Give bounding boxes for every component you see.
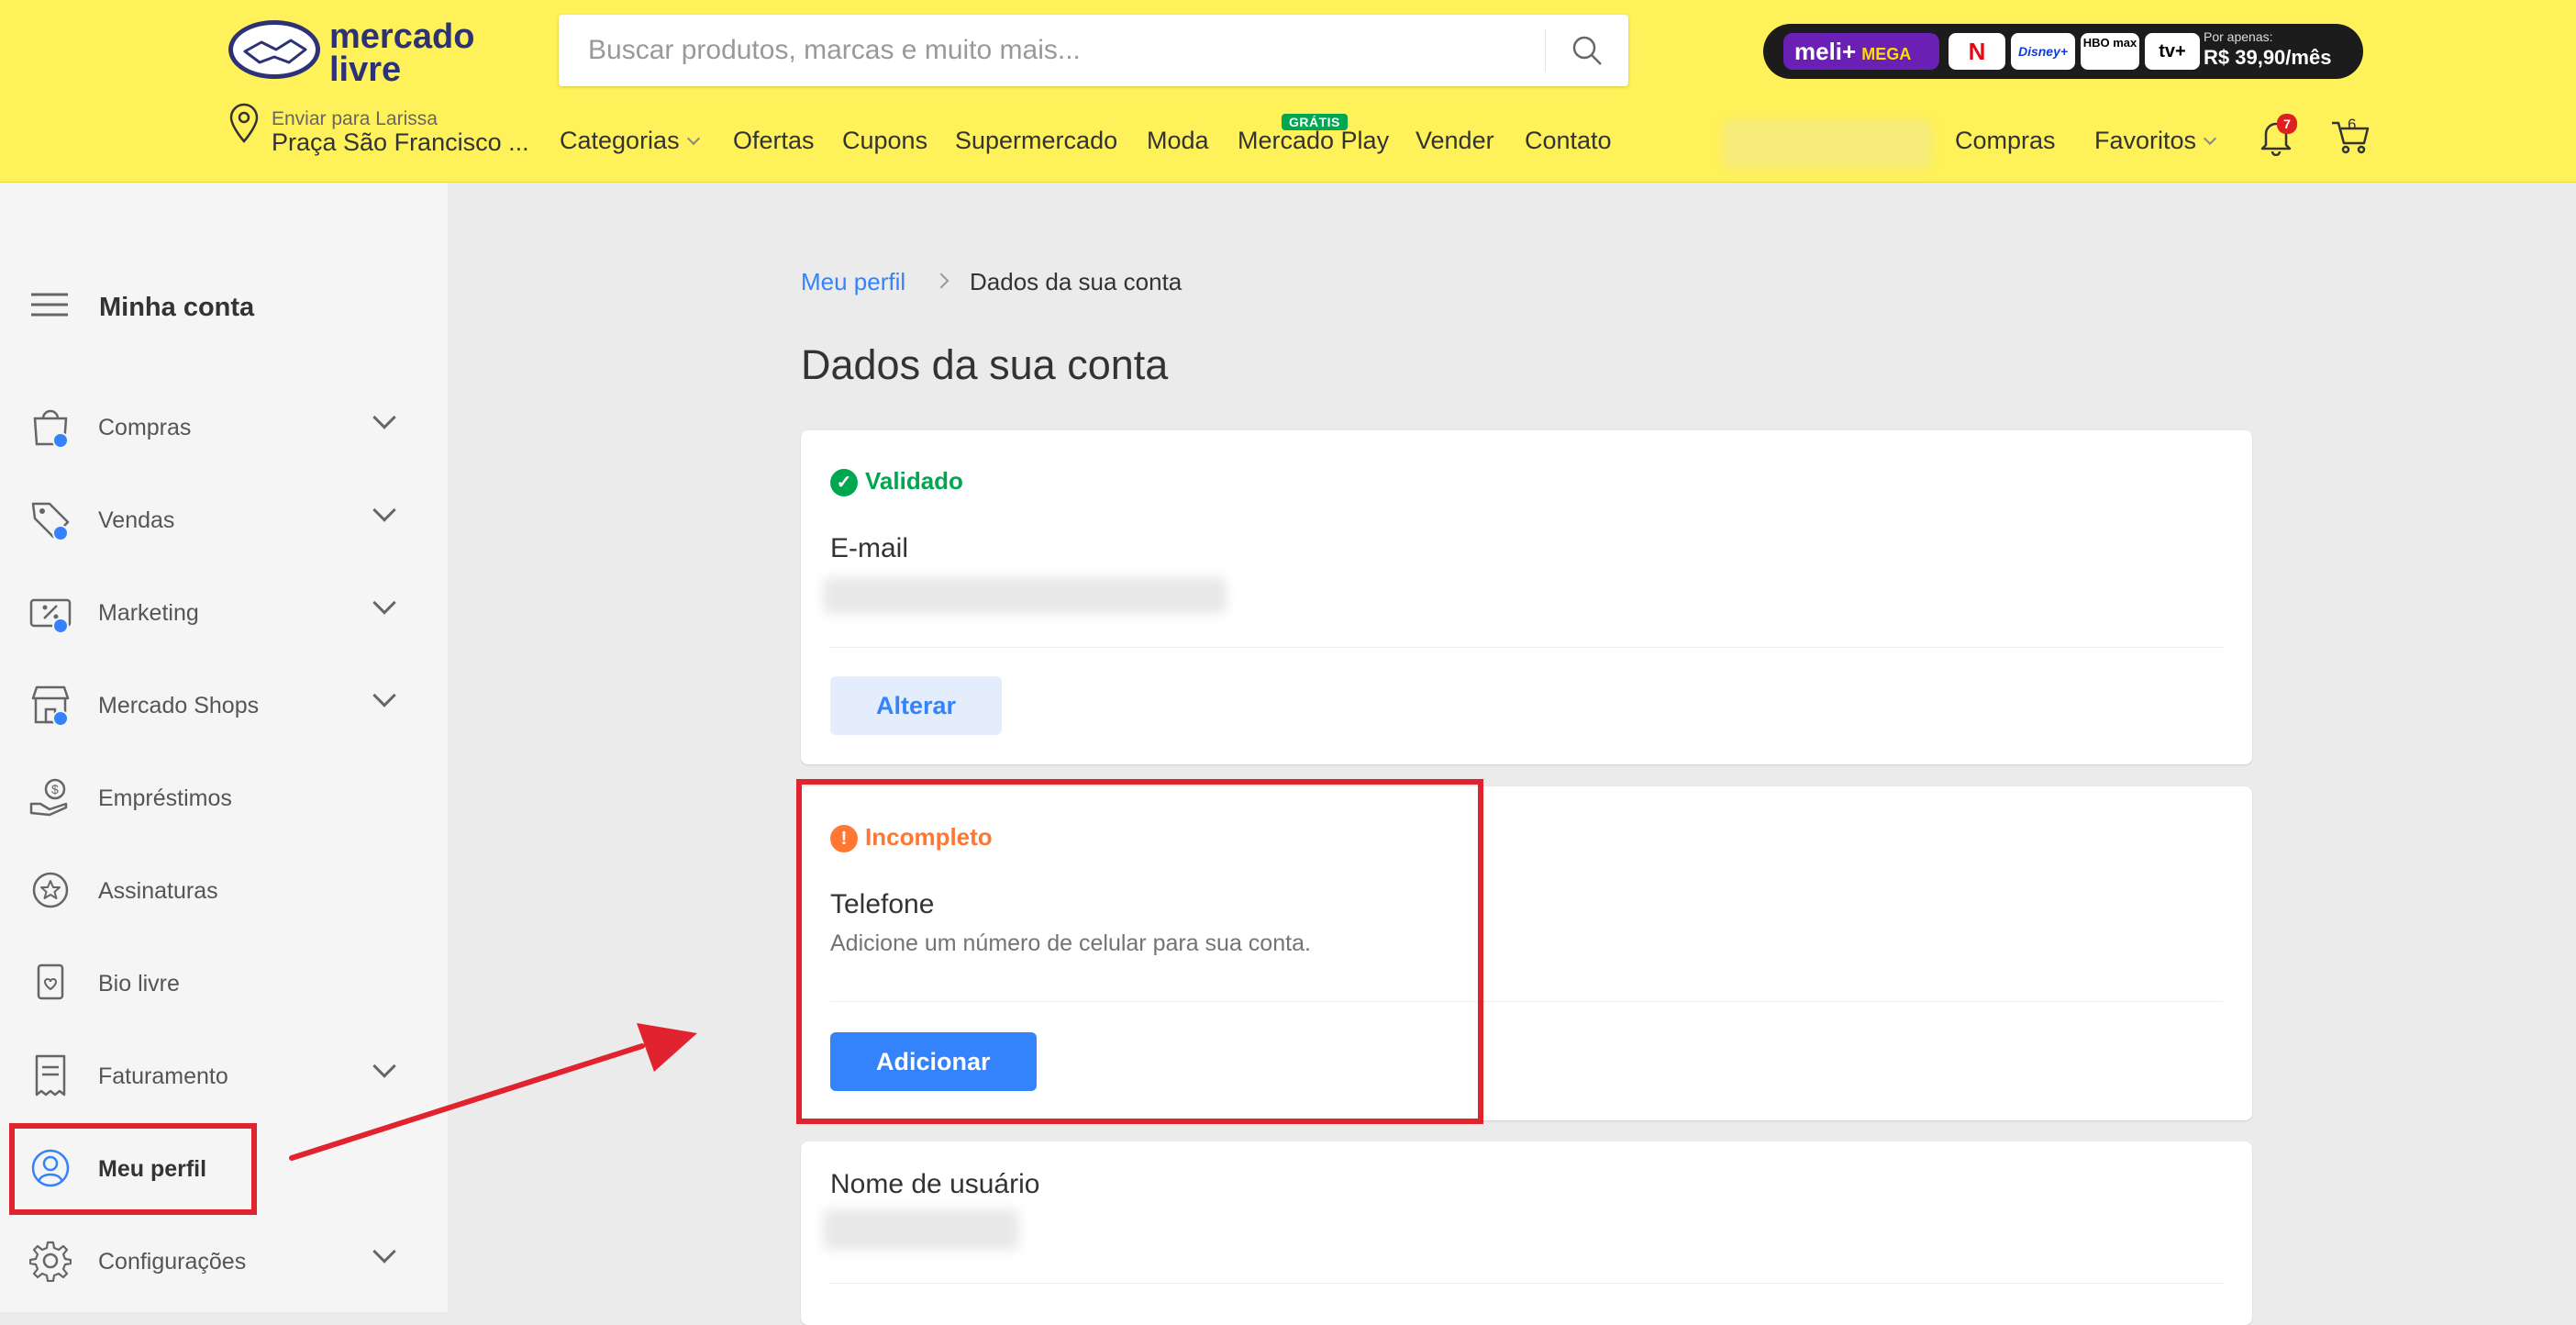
search-input[interactable] [586, 15, 1504, 86]
nav-compras[interactable]: Compras [1955, 127, 2056, 155]
sidebar-item-label: Bio livre [98, 971, 180, 997]
chevron-down-icon [2203, 131, 2217, 146]
disney-plus-logo: Disney+ [2011, 33, 2075, 70]
mercado-livre-logo[interactable]: mercado livre [227, 17, 483, 89]
status-validated: ✓ Validado [830, 467, 963, 497]
logo-text: mercado livre [329, 17, 475, 89]
annotation-box-meu-perfil [9, 1123, 257, 1215]
alterar-button[interactable]: Alterar [830, 676, 1003, 735]
delivery-label: Enviar para Larissa [272, 108, 438, 129]
location-pin-icon [229, 103, 259, 143]
sidebar-item-assinaturas[interactable]: Assinaturas [0, 851, 448, 933]
username-card: Nome de usuário [801, 1141, 2252, 1325]
nav-supermercado[interactable]: Supermercado [955, 127, 1117, 155]
divider [830, 1283, 2223, 1284]
email-card: ✓ Validado E-mail Alterar [801, 430, 2252, 764]
bio-page-icon [37, 963, 64, 1000]
delivery-address-text: Praça São Francisco ... [272, 128, 529, 156]
netflix-logo: N [1949, 33, 2005, 70]
nav-contato[interactable]: Contato [1525, 127, 1612, 155]
notification-dot [52, 710, 69, 727]
email-value-blurred [823, 577, 1227, 614]
checkmark-circle-icon: ✓ [830, 469, 858, 497]
promo-price: R$ 39,90/mês [2204, 46, 2332, 69]
sidebar-item-label: Compras [98, 415, 192, 440]
sidebar-item-bio-livre[interactable]: Bio livre [0, 943, 448, 1026]
meli-plus-promo-banner[interactable]: meli+ MEGA N Disney+ HBO max tv+ Por apen… [1763, 24, 2363, 79]
chevron-down-icon [372, 1240, 396, 1264]
annotation-arrow-icon [289, 1023, 697, 1161]
notification-dot [52, 432, 69, 449]
sidebar-item-label: Mercado Shops [98, 693, 260, 718]
nav-mercado-play[interactable]: Mercado Play [1238, 127, 1389, 155]
page-title: Dados da sua conta [801, 341, 1169, 388]
chevron-down-icon [372, 591, 396, 615]
sidebar-item-emprestimos[interactable]: $ Empréstimos [0, 758, 448, 841]
notification-dot [52, 618, 69, 634]
username-value-blurred [823, 1209, 1019, 1250]
user-account-blurred[interactable] [1723, 119, 1932, 169]
notification-count-badge: 7 [2277, 114, 2297, 134]
sidebar-item-label: Empréstimos [98, 785, 232, 811]
nav-vender[interactable]: Vender [1416, 127, 1494, 155]
nav-ofertas[interactable]: Ofertas [733, 127, 815, 155]
hamburger-menu-icon[interactable] [31, 287, 68, 324]
top-header: mercadolivre meli+MEGA N Disney+ HBO max… [0, 0, 2576, 183]
sidebar-item-label: Assinaturas [98, 878, 218, 904]
email-label: E-mail [830, 533, 909, 563]
chevron-down-icon [372, 684, 396, 707]
svg-text:$: $ [51, 782, 59, 796]
annotation-box-telefone [796, 779, 1483, 1124]
sidebar-item-configuracoes[interactable]: Configurações [0, 1221, 448, 1304]
sidebar-item-vendas[interactable]: Vendas [0, 480, 448, 562]
nav-favoritos[interactable]: Favoritos [2094, 127, 2217, 155]
gear-icon [29, 1241, 72, 1282]
nav-cupons[interactable]: Cupons [842, 127, 927, 155]
search-icon [1572, 36, 1602, 65]
money-hand-icon: $ [29, 778, 68, 817]
receipt-icon [35, 1054, 66, 1097]
breadcrumb-current: Dados da sua conta [970, 268, 1183, 295]
nav-categorias[interactable]: Categorias [560, 127, 700, 155]
apple-tv-plus-logo: tv+ [2145, 33, 2200, 70]
cart-count: 6 [2348, 116, 2357, 133]
meli-plus-badge: meli+ MEGA [1783, 33, 1939, 70]
search-button[interactable] [1546, 15, 1628, 86]
promo-price-prefix: Por apenas: [2204, 29, 2273, 44]
hbo-max-logo: HBO max [2081, 33, 2139, 70]
sidebar-item-mercado-shops[interactable]: Mercado Shops [0, 665, 448, 748]
handshake-logo-icon [228, 20, 320, 79]
notification-dot [52, 525, 69, 541]
username-label: Nome de usuário [830, 1169, 1040, 1199]
delivery-address[interactable]: Enviar para Larissa Praça São Francisco … [228, 101, 530, 167]
sidebar-item-label: Vendas [98, 507, 175, 533]
sidebar-item-compras[interactable]: Compras [0, 387, 448, 470]
breadcrumb-meu-perfil[interactable]: Meu perfil [801, 268, 905, 296]
sidebar-title: Minha conta [99, 293, 255, 322]
breadcrumb-chevron-right-icon [933, 273, 949, 289]
sidebar-item-label: Configurações [98, 1249, 247, 1275]
nav-moda[interactable]: Moda [1147, 127, 1209, 155]
chevron-down-icon [372, 498, 396, 522]
sidebar-item-label: Faturamento [98, 1063, 228, 1089]
search-bar [559, 15, 1628, 86]
subscription-star-icon [32, 872, 69, 908]
sidebar-item-label: Marketing [98, 600, 199, 626]
chevron-down-icon [686, 131, 700, 146]
sidebar-item-marketing[interactable]: Marketing [0, 573, 448, 655]
chevron-down-icon [372, 406, 396, 429]
divider [830, 647, 2223, 648]
